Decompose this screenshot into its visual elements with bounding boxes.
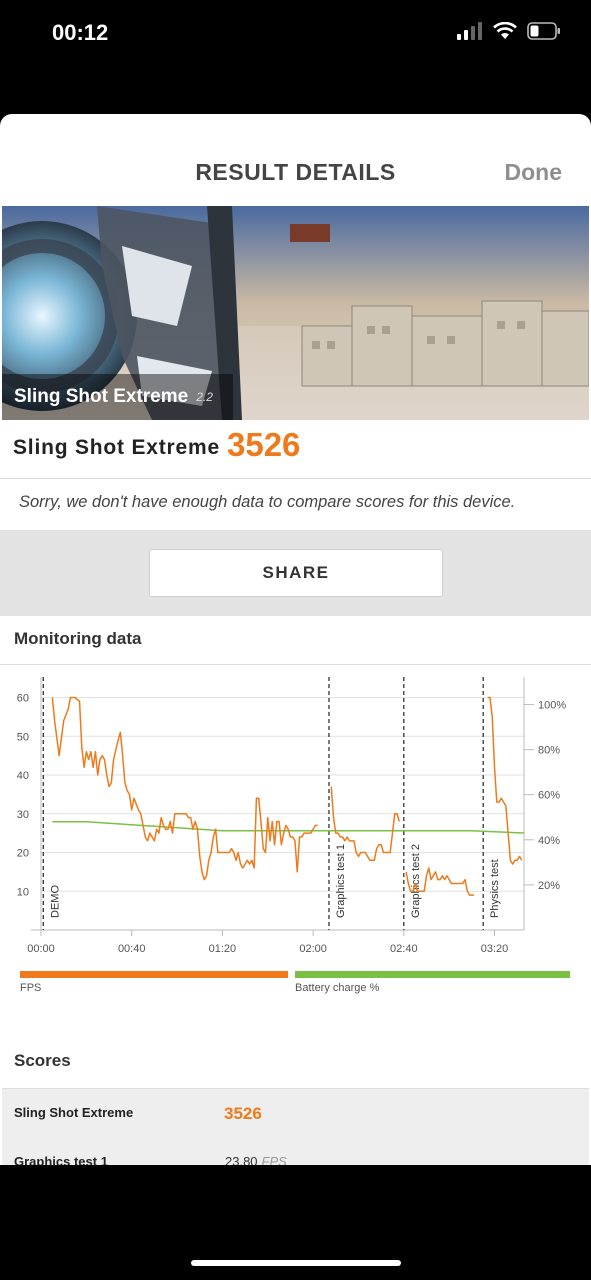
legend-fps-label: FPS — [20, 982, 42, 994]
scores-row: Sling Shot Extreme 3526 — [2, 1088, 589, 1140]
monitoring-chart: 60 50 40 30 20 10 100% 80% 60% 40% 20% 00:00 00:40 01… — [0, 665, 591, 1027]
home-indicator[interactable] — [191, 1260, 401, 1266]
wifi-icon — [493, 22, 517, 39]
chart-y-left-tick: 40 — [17, 770, 29, 782]
chart-x-tick: 02:00 — [299, 943, 327, 955]
nav-bar: RESULT DETAILS Done — [0, 114, 591, 206]
chart-x-tick: 00:40 — [118, 943, 146, 955]
chart-x-tick: 03:20 — [481, 943, 509, 955]
status-icons — [457, 22, 561, 40]
legend-battery-bar — [295, 971, 570, 978]
chart-y-right-tick: 100% — [538, 700, 566, 712]
banner-label: Sling Shot Extreme 2.2 — [2, 374, 233, 420]
chart-y-right-tick: 60% — [538, 790, 560, 802]
comparison-notice-text: Sorry, we don't have enough data to comp… — [19, 493, 516, 511]
chart-section-label: Physics test — [489, 859, 501, 918]
scores-row-number: 23.80 — [225, 1154, 258, 1165]
scores-row-value: 3526 — [224, 1104, 262, 1123]
done-button[interactable]: Done — [505, 159, 563, 186]
chart-y-right-tick: 40% — [538, 835, 560, 847]
overall-score-row: Sling Shot Extreme 3526 — [0, 420, 591, 479]
comparison-notice: Sorry, we don't have enough data to comp… — [0, 478, 591, 530]
page-title: RESULT DETAILS — [195, 159, 396, 185]
chart-y-left-tick: 60 — [17, 693, 29, 705]
status-bar: 00:12 — [0, 0, 591, 70]
scores-title: Scores — [14, 1051, 71, 1070]
scores-row-value: 23.80 FPS — [225, 1154, 287, 1165]
chart-y-left-tick: 50 — [17, 731, 29, 743]
legend-battery-label: Battery charge % — [295, 982, 380, 994]
signal-icon — [457, 22, 482, 40]
chart-y-right-tick: 20% — [538, 880, 560, 892]
benchmark-banner: Sling Shot Extreme 2.2 — [2, 206, 589, 420]
banner-version: 2.2 — [196, 390, 213, 404]
scores-row-label: Graphics test 1 — [14, 1154, 108, 1165]
chart-x-tick: 00:00 — [27, 943, 55, 955]
overall-score-name: Sling Shot Extreme — [13, 436, 220, 459]
chart-section-label: DEMO — [49, 885, 61, 918]
chart-y-left-tick: 20 — [17, 848, 29, 860]
overall-score-value: 3526 — [227, 426, 301, 463]
status-time: 00:12 — [52, 20, 109, 45]
battery-icon — [527, 22, 560, 40]
banner-benchmark-name: Sling Shot Extreme — [14, 386, 189, 407]
monitoring-header: Monitoring data — [0, 616, 591, 665]
chart-x-tick: 02:40 — [390, 943, 418, 955]
share-area: SHARE — [0, 530, 591, 616]
legend-fps-bar — [20, 971, 288, 978]
chart-y-left-tick: 10 — [17, 886, 29, 898]
scores-row: Graphics test 1 23.80 FPS — [2, 1139, 589, 1165]
chart-series-fps-line — [487, 696, 523, 865]
result-details-sheet: RESULT DETAILS Done Sling Shot Extreme 2… — [0, 114, 591, 1165]
chart-x-tick: 01:20 — [209, 943, 237, 955]
chart-y-right-tick: 80% — [538, 745, 560, 757]
chart-section-label: Graphics test 1 — [335, 844, 347, 918]
scores-row-label: Sling Shot Extreme — [14, 1105, 134, 1120]
chart-y-left-tick: 30 — [17, 809, 29, 821]
monitoring-title: Monitoring data — [14, 629, 142, 648]
scores-row-unit: FPS — [261, 1154, 287, 1165]
share-button[interactable]: SHARE — [149, 549, 443, 597]
chart-section-label: Graphics test 2 — [410, 844, 422, 918]
